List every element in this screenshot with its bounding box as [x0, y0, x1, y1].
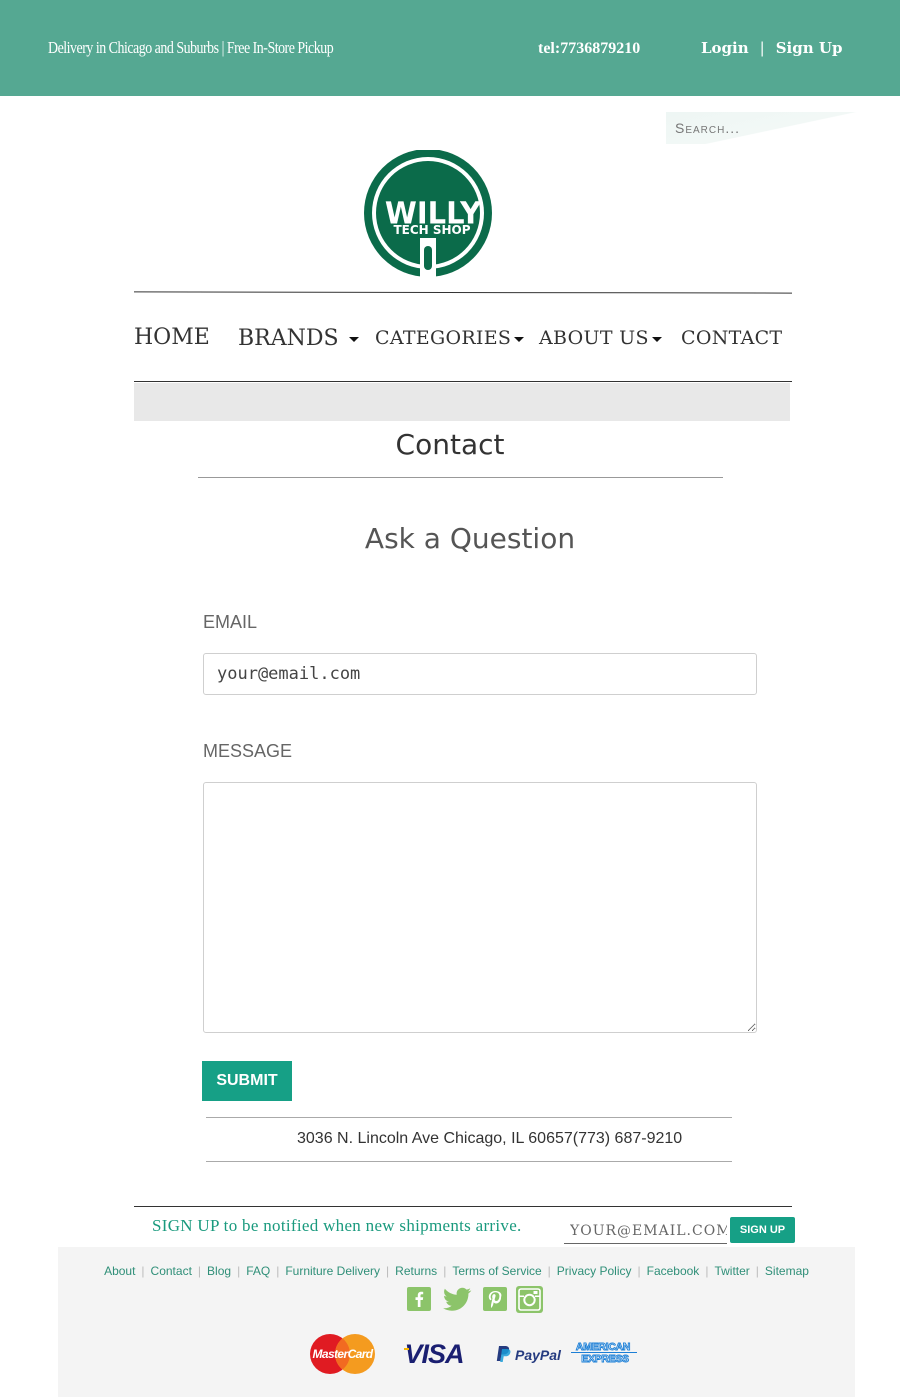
chevron-down-icon: [514, 336, 525, 342]
footer-links: About | Contact | Blog | FAQ | Furniture Deliver…: [104, 1264, 809, 1278]
twitter-icon[interactable]: [442, 1287, 472, 1311]
instagram-icon[interactable]: [516, 1286, 543, 1313]
login-link[interactable]: Login: [701, 39, 749, 57]
account-links: Login | Sign Up: [701, 39, 842, 57]
visa-icon: VISA: [404, 1339, 465, 1369]
newsletter-text: SIGN UP to be notified when new shipment…: [152, 1216, 522, 1236]
phone-link[interactable]: tel:7736879210: [538, 40, 640, 58]
footer-link-about[interactable]: About: [104, 1264, 135, 1278]
nav-item-about-us[interactable]: ABOUT US: [539, 327, 662, 349]
breadcrumb-bar: [134, 383, 790, 421]
footer-link-twitter[interactable]: Twitter: [714, 1264, 749, 1278]
nav-item-categories[interactable]: CATEGORIES: [375, 327, 525, 349]
facebook-icon[interactable]: [407, 1287, 431, 1311]
logo-text-tech-shop: TECH SHOP: [393, 223, 470, 237]
footer-link-furniture-delivery[interactable]: Furniture Delivery: [285, 1264, 380, 1278]
message-label: MESSAGE: [203, 741, 293, 761]
visa-text: VISA: [404, 1339, 463, 1369]
pinterest-icon[interactable]: [483, 1287, 507, 1311]
willy-tech-shop-logo[interactable]: WILLY TECH SHOP: [362, 150, 494, 280]
newsletter-signup-button[interactable]: SIGN UP: [730, 1217, 795, 1243]
footer-link-sitemap[interactable]: Sitemap: [765, 1264, 809, 1278]
footer-link-terms[interactable]: Terms of Service: [452, 1264, 541, 1278]
signup-link[interactable]: Sign Up: [776, 39, 843, 57]
auth-separator: |: [759, 39, 765, 57]
nav-top-divider: [133, 291, 793, 294]
delivery-promo-text: Delivery in Chicago and Suburbs | Free I…: [48, 38, 334, 57]
paypal-icon: PayPal: [496, 1346, 562, 1363]
email-label: EMAIL: [203, 612, 258, 632]
form-title: Ask a Question: [364, 522, 576, 555]
nav-bottom-divider: [134, 381, 792, 382]
footer: About | Contact | Blog | FAQ | Furniture Deliver…: [58, 1247, 855, 1397]
top-bar: Delivery in Chicago and Suburbs | Free I…: [0, 0, 900, 96]
footer-link-privacy[interactable]: Privacy Policy: [557, 1264, 632, 1278]
search-box: [666, 112, 858, 144]
footer-link-faq[interactable]: FAQ: [246, 1264, 270, 1278]
footer-link-blog[interactable]: Blog: [207, 1264, 231, 1278]
store-address: 3036 N. Lincoln Ave Chicago, IL 60657(77…: [206, 1117, 732, 1162]
nav-item-home[interactable]: HOME: [134, 325, 210, 350]
amex-text-line1: AMERICAN: [576, 1341, 630, 1353]
search-input[interactable]: [666, 114, 816, 142]
footer-link-facebook[interactable]: Facebook: [647, 1264, 700, 1278]
amex-text-line2: EXPRESS: [581, 1353, 629, 1365]
submit-button[interactable]: SUBMIT: [202, 1061, 292, 1101]
mastercard-icon: MasterCard: [310, 1334, 375, 1374]
main-nav: HOME BRANDS CATEGORIES ABOUT US CONTACT: [134, 318, 794, 362]
footer-link-contact[interactable]: Contact: [151, 1264, 192, 1278]
paypal-text: PayPal: [515, 1347, 562, 1363]
email-field[interactable]: [203, 653, 757, 695]
message-field[interactable]: [203, 782, 757, 1033]
mastercard-text: MasterCard: [312, 1347, 373, 1361]
chevron-down-icon: [651, 336, 662, 342]
american-express-icon: AMERICAN EXPRESS: [571, 1340, 637, 1366]
newsletter-email-input[interactable]: [564, 1218, 727, 1244]
title-divider: [198, 477, 723, 478]
newsletter-text-strong: SIGN UP: [152, 1216, 220, 1235]
newsletter-signup: SIGN UP to be notified when new shipment…: [134, 1206, 795, 1249]
footer-link-returns[interactable]: Returns: [395, 1264, 437, 1278]
nav-item-brands[interactable]: BRANDS: [238, 326, 359, 351]
page-title: Contact: [395, 428, 505, 461]
nav-item-contact[interactable]: CONTACT: [681, 327, 782, 349]
newsletter-text-rest: to be notified when new shipments arrive…: [219, 1216, 522, 1235]
store-address-text: 3036 N. Lincoln Ave Chicago, IL 60657(77…: [297, 1130, 683, 1147]
chevron-down-icon: [348, 336, 359, 342]
